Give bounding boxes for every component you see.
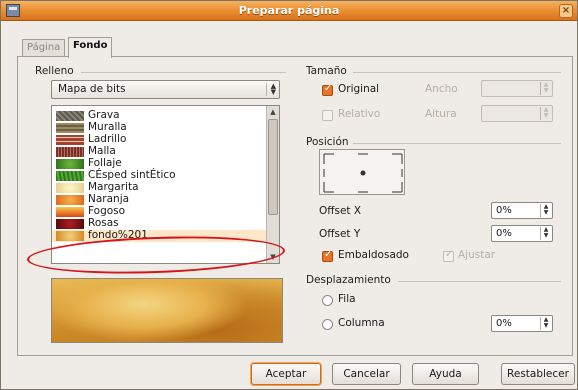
desplazamiento-field[interactable]: 0% ▲ ▼: [491, 315, 553, 332]
list-item-label: CÉsped sintÉtico: [88, 169, 176, 181]
fill-type-select[interactable]: Mapa de bits ▲ ▼: [51, 80, 280, 99]
list-scrollbar[interactable]: ▲ ▼: [266, 106, 279, 263]
fill-type-value: Mapa de bits: [58, 83, 126, 95]
dialog-window: Preparar página × Página Fondo Relleno M…: [0, 0, 578, 390]
ajustar-label: Ajustar: [458, 249, 496, 261]
spin-arrows-icon[interactable]: ▲ ▼: [540, 227, 551, 240]
list-item-label: Malla: [88, 145, 116, 157]
cesped-swatch: [56, 171, 84, 181]
position-grid-icon: [323, 153, 403, 193]
embaldosado-checkbox[interactable]: [322, 249, 333, 262]
ancho-field: ▲ ▼: [481, 80, 553, 97]
accept-button[interactable]: Aceptar: [251, 363, 321, 385]
list-item-label: Ladrillo: [88, 133, 127, 145]
posicion-divider: [353, 143, 561, 144]
offset-x-value: 0%: [496, 205, 512, 216]
list-item[interactable]: Grava: [52, 109, 266, 122]
list-item[interactable]: CÉsped sintÉtico: [52, 169, 266, 182]
bitmap-preview: [51, 278, 283, 343]
cancel-button[interactable]: Cancelar: [332, 363, 401, 385]
relativo-checkbox: [322, 110, 333, 121]
list-item-label: Follaje: [88, 157, 122, 169]
reset-button[interactable]: Restablecer: [501, 363, 575, 385]
list-item-label: Muralla: [88, 121, 127, 133]
spin-arrows-icon[interactable]: ▲ ▼: [540, 317, 551, 330]
list-item[interactable]: Malla: [52, 145, 266, 158]
columna-radio[interactable]: [322, 319, 333, 330]
list-item-label: Naranja: [88, 193, 130, 205]
list-item[interactable]: Ladrillo: [52, 133, 266, 146]
offset-y-label: Offset Y: [319, 228, 360, 240]
tab-fondo[interactable]: Fondo: [68, 37, 113, 58]
relativo-label: Relativo: [338, 108, 381, 120]
ancho-label: Ancho: [425, 83, 458, 95]
margarita-swatch: [56, 183, 84, 193]
list-item[interactable]: Muralla: [52, 121, 266, 134]
list-item-label: Margarita: [88, 181, 139, 193]
spin-arrows-icon[interactable]: ▲ ▼: [540, 204, 551, 217]
desplazamiento-divider: [398, 281, 561, 282]
list-item[interactable]: Rosas: [52, 217, 266, 230]
tamano-label: Tamaño: [306, 65, 347, 77]
list-item-label: Fogoso: [88, 205, 126, 217]
scroll-up-icon[interactable]: ▲: [267, 106, 279, 118]
relleno-divider: [81, 72, 286, 73]
list-item[interactable]: Fogoso: [52, 205, 266, 218]
list-item-label: Grava: [88, 109, 120, 121]
naranja-swatch: [56, 195, 84, 205]
grava-swatch: [56, 111, 84, 121]
fogoso-swatch: [56, 207, 84, 217]
spin-arrows-icon: ▲ ▼: [540, 82, 551, 95]
scroll-thumb[interactable]: [268, 119, 278, 215]
columna-label: Columna: [338, 317, 385, 329]
offset-x-field[interactable]: 0% ▲ ▼: [491, 202, 553, 219]
malla-swatch: [56, 147, 84, 157]
window-title: Preparar página: [238, 4, 340, 17]
help-button[interactable]: Ayuda: [412, 363, 479, 385]
fondo-swatch: [56, 231, 84, 241]
tab-pagina[interactable]: Página: [22, 39, 66, 57]
ajustar-checkbox: [443, 249, 454, 262]
close-icon[interactable]: ×: [559, 4, 573, 18]
muralla-swatch: [56, 123, 84, 133]
list-item[interactable]: Margarita: [52, 181, 266, 194]
offset-x-label: Offset X: [319, 205, 361, 217]
follaje-swatch: [56, 159, 84, 169]
altura-field: ▲ ▼: [481, 105, 553, 122]
offset-y-value: 0%: [496, 228, 512, 239]
altura-label: Altura: [425, 108, 457, 120]
titlebar[interactable]: Preparar página ×: [1, 1, 577, 21]
original-label: Original: [338, 83, 380, 95]
fila-radio[interactable]: [322, 295, 333, 306]
list-item-label: Rosas: [88, 217, 119, 229]
embaldosado-label: Embaldosado: [338, 249, 409, 261]
desplazamiento-label: Desplazamiento: [306, 274, 391, 286]
posicion-label: Posición: [306, 136, 349, 148]
offset-x-text: Offset X: [319, 205, 362, 217]
rosas-swatch: [56, 219, 84, 229]
offset-y-text: Offset Y: [319, 228, 361, 240]
original-checkbox[interactable]: [322, 83, 333, 96]
select-arrows-icon: ▲ ▼: [266, 83, 276, 96]
ladrillo-swatch: [56, 135, 84, 145]
tamano-divider: [353, 72, 561, 73]
list-item[interactable]: Naranja: [52, 193, 266, 206]
spin-arrows-icon: ▲ ▼: [540, 107, 551, 120]
desplazamiento-value: 0%: [496, 318, 512, 329]
position-selector[interactable]: [319, 149, 405, 195]
fila-label: Fila: [338, 293, 356, 305]
relleno-label: Relleno: [35, 65, 74, 77]
offset-y-field[interactable]: 0% ▲ ▼: [491, 225, 553, 242]
